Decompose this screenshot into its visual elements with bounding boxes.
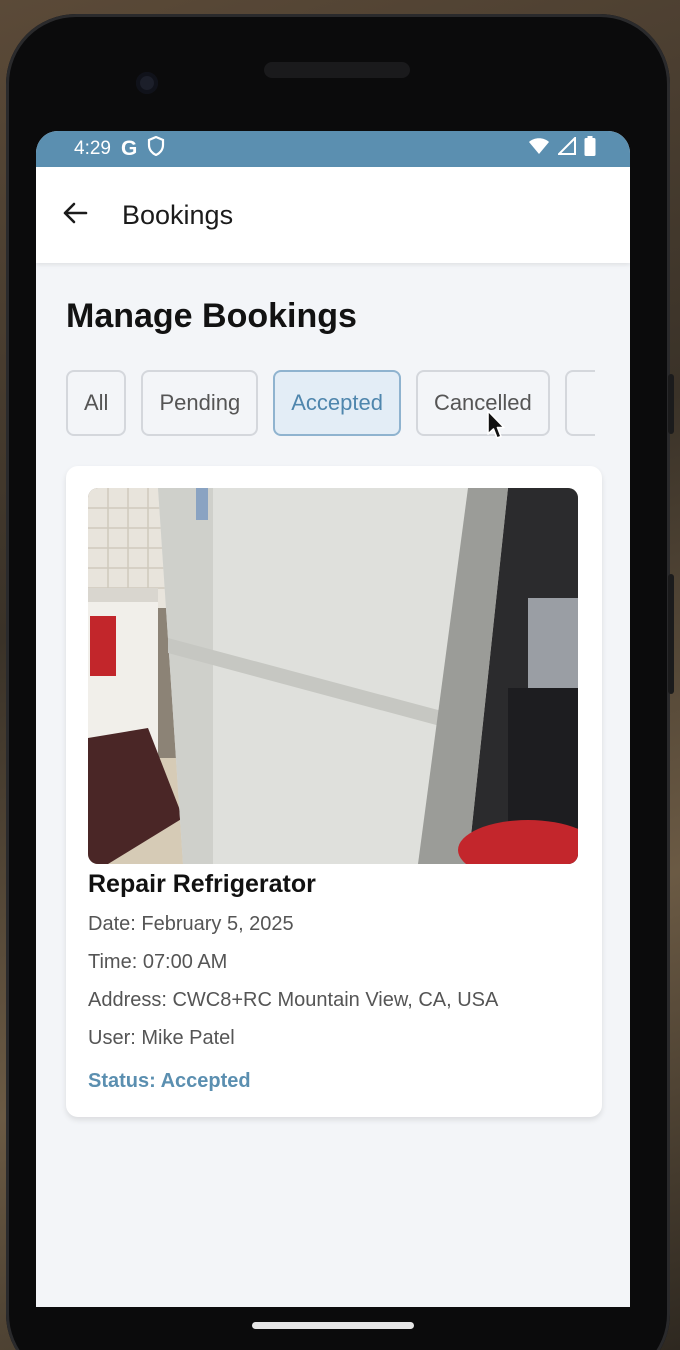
mouse-cursor-icon — [487, 410, 505, 439]
booking-photo — [88, 488, 578, 864]
signal-icon — [556, 135, 576, 161]
wifi-icon — [528, 137, 550, 161]
booking-date: Date: February 5, 2025 — [88, 913, 294, 935]
shield-icon — [147, 135, 165, 162]
booking-address: Address: CWC8+RC Mountain View, CA, USA — [88, 989, 499, 1011]
home-indicator[interactable] — [252, 1322, 414, 1329]
page-title: Manage Bookings — [66, 297, 357, 335]
battery-icon — [584, 136, 596, 162]
back-button[interactable] — [60, 200, 90, 230]
status-time: 4:29 — [74, 138, 111, 159]
filter-chip-all[interactable]: All — [66, 370, 127, 436]
arrow-left-icon — [62, 201, 88, 230]
booking-card[interactable]: Repair Refrigerator Date: February 5, 20… — [66, 466, 602, 1117]
filter-chip-pending[interactable]: Pending — [141, 370, 259, 436]
google-g-icon: G — [120, 137, 138, 160]
status-bar: 4:29 G — [36, 131, 630, 167]
volume-button — [668, 374, 674, 434]
power-button — [668, 574, 674, 694]
filter-chips: All Pending Accepted Cancelled — [66, 370, 630, 436]
booking-user: User: Mike Patel — [88, 1027, 235, 1049]
front-camera — [136, 72, 158, 94]
filter-chip-overflow[interactable] — [564, 370, 595, 436]
booking-status: Status: Accepted — [88, 1070, 251, 1092]
app-screen: 4:29 G Bookings Manage Bookings All Pend… — [36, 131, 630, 1307]
booking-time: Time: 07:00 AM — [88, 951, 228, 973]
app-bar: Bookings — [36, 167, 630, 263]
booking-title: Repair Refrigerator — [88, 870, 316, 898]
filter-chip-accepted[interactable]: Accepted — [273, 370, 401, 436]
main-content: Manage Bookings All Pending Accepted Can… — [36, 263, 630, 1117]
app-bar-title: Bookings — [122, 199, 234, 230]
filter-chip-cancelled[interactable]: Cancelled — [415, 370, 550, 436]
earpiece-speaker — [264, 62, 410, 78]
